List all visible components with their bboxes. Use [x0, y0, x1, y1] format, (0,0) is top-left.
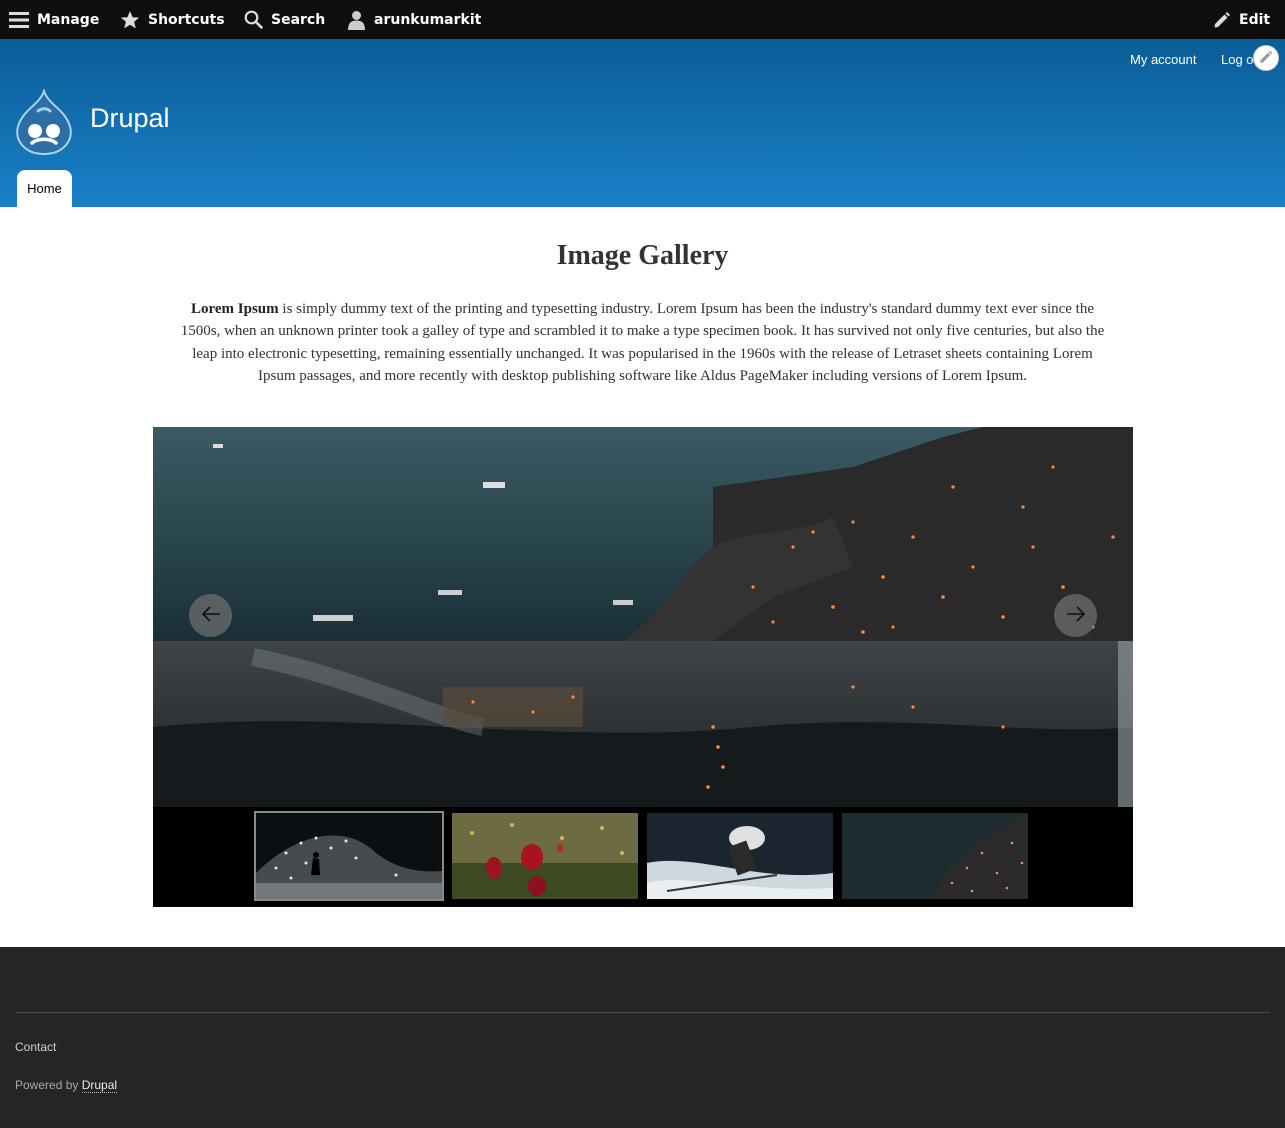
user-icon: [347, 10, 366, 30]
tab-home-label: Home: [27, 181, 62, 196]
toolbar-edit[interactable]: Edit: [1213, 0, 1270, 39]
footer-contact-link[interactable]: Contact: [15, 1040, 56, 1054]
intro-text: is simply dummy text of the printing and…: [180, 301, 1105, 385]
footer-divider: [15, 1012, 1270, 1013]
toolbar-user-label: arunkumarkit: [374, 11, 482, 28]
intro-paragraph: Lorem Ipsum is simply dummy text of the …: [172, 298, 1113, 388]
arrow-right-icon: [1065, 603, 1087, 629]
star-icon: [120, 10, 140, 30]
water-ski-photo-icon: [256, 813, 442, 899]
toolbar-search[interactable]: Search: [244, 0, 325, 39]
thumbnail-skier[interactable]: [647, 813, 833, 899]
gallery-prev-button[interactable]: [189, 594, 232, 637]
toolbar-search-label: Search: [271, 11, 326, 28]
thumbnail-red-flowers[interactable]: [452, 813, 638, 899]
image-gallery: [153, 427, 1133, 907]
my-account-link[interactable]: My account: [1130, 52, 1196, 67]
site-name[interactable]: Drupal: [90, 103, 170, 134]
toolbar-shortcuts[interactable]: Shortcuts: [120, 0, 225, 39]
intro-bold: Lorem Ipsum: [191, 301, 279, 317]
powered-by: Powered by Drupal: [15, 1078, 118, 1093]
thumbnail-water-ski[interactable]: [254, 811, 444, 901]
powered-by-drupal-link[interactable]: Drupal: [81, 1078, 118, 1093]
drupal-logo[interactable]: [14, 87, 74, 159]
toolbar-manage[interactable]: Manage: [9, 0, 99, 39]
gallery-main-image: [153, 427, 1133, 807]
toolbar-shortcuts-label: Shortcuts: [148, 11, 225, 28]
pencil-icon: [1259, 49, 1273, 68]
pencil-icon: [1213, 11, 1231, 29]
site-header: My account Log out Drupal Home: [0, 39, 1285, 207]
powered-by-prefix: Powered by: [15, 1078, 82, 1092]
hamburger-icon: [9, 11, 29, 29]
red-flowers-photo-icon: [452, 813, 638, 899]
coastal-city-night-photo-icon: [842, 813, 1028, 899]
thumbnail-coastal-city[interactable]: [842, 813, 1028, 899]
toolbar-edit-label: Edit: [1239, 11, 1271, 28]
toolbar-user[interactable]: arunkumarkit: [347, 0, 481, 39]
search-icon: [244, 10, 263, 29]
tab-home[interactable]: Home: [17, 170, 72, 207]
skier-photo-icon: [647, 813, 833, 899]
toolbar-manage-label: Manage: [37, 11, 100, 28]
gallery-thumbnails: [153, 807, 1133, 907]
admin-toolbar: Manage Shortcuts Search arunkumarkit Edi…: [0, 0, 1285, 39]
page-title: Image Gallery: [556, 240, 729, 271]
contextual-edit-button[interactable]: [1253, 45, 1279, 71]
gallery-next-button[interactable]: [1054, 594, 1097, 637]
site-footer: Contact Powered by Drupal: [0, 947, 1285, 1128]
arrow-left-icon: [200, 603, 222, 629]
